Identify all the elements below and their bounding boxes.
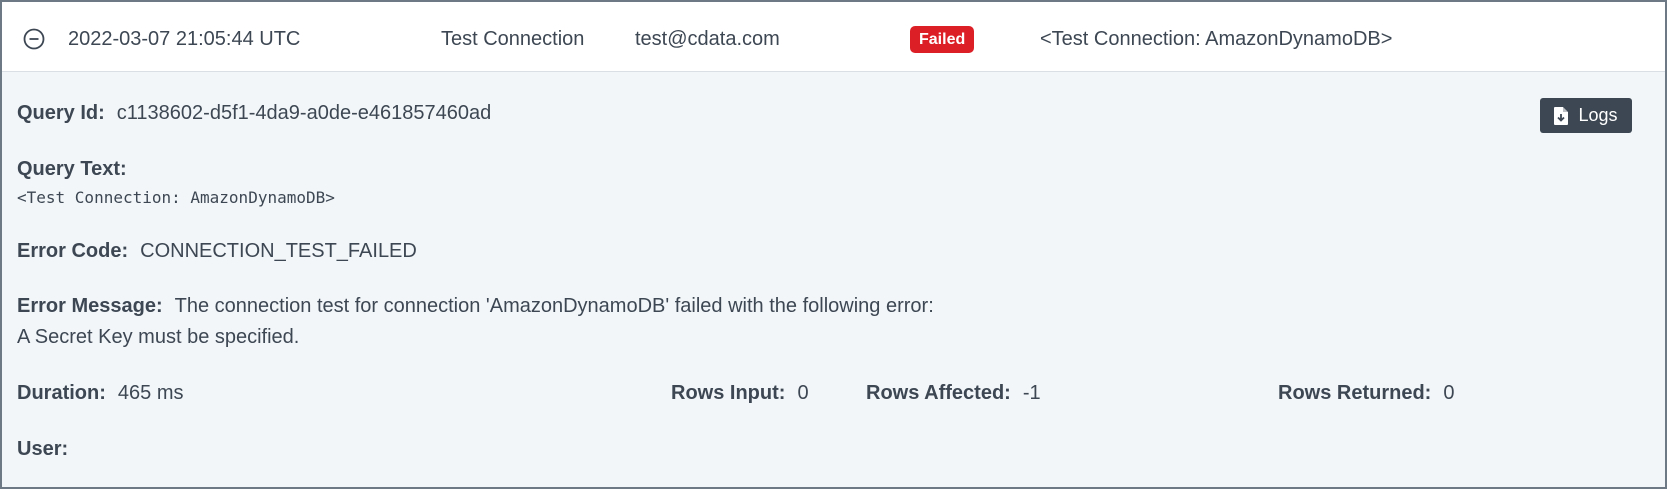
status-badge: Failed bbox=[910, 26, 975, 53]
query-text-value: <Test Connection: AmazonDynamoDB> bbox=[17, 188, 335, 207]
error-message-line1: The connection test for connection 'Amaz… bbox=[174, 295, 934, 317]
rows-input-label: Rows Input: bbox=[671, 382, 786, 404]
query-id-label: Query Id: bbox=[17, 102, 105, 124]
user-row: User: bbox=[17, 436, 80, 462]
query-summary: <Test Connection: AmazonDynamoDB> bbox=[1040, 28, 1393, 50]
rows-returned-value: 0 bbox=[1443, 382, 1455, 404]
timestamp: 2022-03-07 21:05:44 UTC bbox=[68, 28, 301, 50]
logs-button[interactable]: Logs bbox=[1540, 98, 1632, 133]
rows-input-value: 0 bbox=[797, 382, 809, 404]
file-download-icon bbox=[1554, 106, 1569, 125]
error-code-value: CONNECTION_TEST_FAILED bbox=[140, 240, 417, 262]
query-id-row: Query Id: c1138602-d5f1-4da9-a0de-e461857… bbox=[17, 100, 491, 126]
error-message-line2: A Secret Key must be specified. bbox=[17, 326, 300, 348]
query-log-header-row[interactable]: 2022-03-07 21:05:44 UTC Test Connection … bbox=[2, 2, 1665, 72]
logs-button-label: Logs bbox=[1578, 105, 1618, 125]
error-code-label: Error Code: bbox=[17, 240, 129, 262]
rows-affected-row: Rows Affected: -1 bbox=[866, 380, 1041, 406]
duration-label: Duration: bbox=[17, 382, 106, 404]
minus-circle-icon[interactable] bbox=[23, 28, 45, 50]
query-text-label-row: Query Text: bbox=[17, 156, 139, 182]
duration-value: 465 ms bbox=[117, 382, 184, 404]
duration-row: Duration: 465 ms bbox=[17, 380, 183, 406]
query-log-entry: 2022-03-07 21:05:44 UTC Test Connection … bbox=[0, 0, 1667, 489]
query-type: Test Connection bbox=[441, 28, 585, 50]
rows-returned-label: Rows Returned: bbox=[1278, 382, 1432, 404]
error-code-row: Error Code: CONNECTION_TEST_FAILED bbox=[17, 238, 417, 264]
query-text-label: Query Text: bbox=[17, 158, 127, 180]
rows-affected-value: -1 bbox=[1022, 382, 1041, 404]
user-label: User: bbox=[17, 438, 69, 460]
error-message-label: Error Message: bbox=[17, 295, 163, 317]
rows-returned-row: Rows Returned: 0 bbox=[1278, 380, 1454, 406]
rows-affected-label: Rows Affected: bbox=[866, 382, 1011, 404]
rows-input-row: Rows Input: 0 bbox=[671, 380, 809, 406]
error-message-row: Error Message: The connection test for co… bbox=[17, 293, 934, 319]
user-email: test@cdata.com bbox=[635, 28, 780, 50]
query-id-value: c1138602-d5f1-4da9-a0de-e461857460ad bbox=[116, 102, 492, 124]
